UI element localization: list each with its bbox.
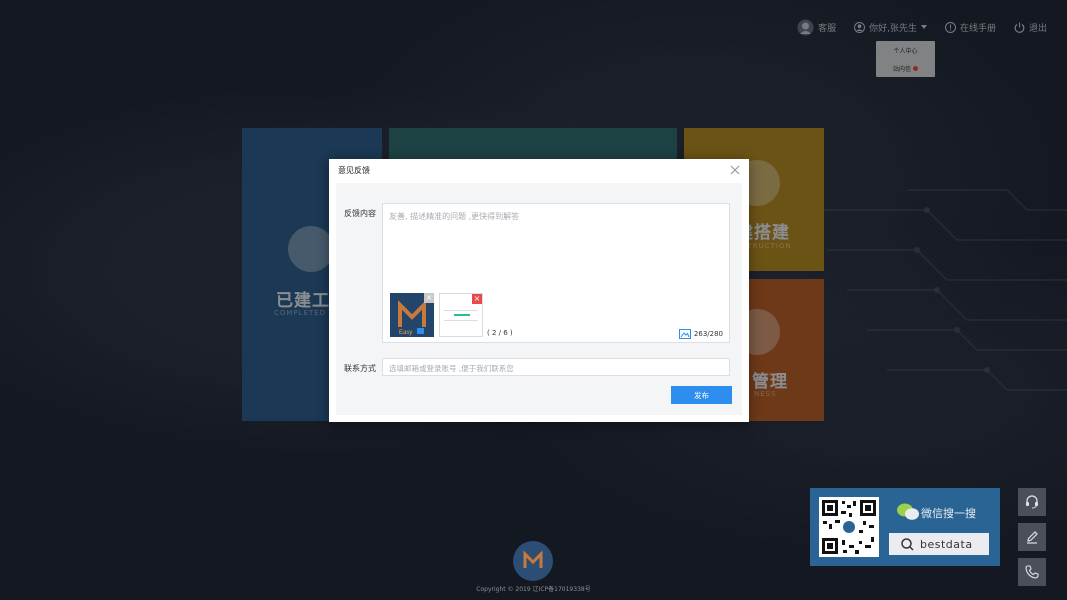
image-count: ( 2 / 6 ) — [487, 329, 513, 337]
phone-button[interactable] — [1018, 558, 1046, 586]
search-icon — [901, 537, 914, 551]
submit-button[interactable]: 发布 — [671, 386, 732, 404]
qr-code-icon — [819, 497, 879, 557]
search-text: bestdata — [920, 537, 973, 551]
contact-input[interactable]: 选填邮箱或登录账号 ,便于我们联系您 — [382, 358, 730, 376]
dialog-body: 反馈内容 友善, 描述精准的问题 ,更快得到解答 Easy × × ( 2 / … — [336, 183, 742, 415]
easy-logo — [513, 541, 553, 581]
edit-icon — [1027, 531, 1038, 544]
feedback-dialog: 意见反馈 反馈内容 友善, 描述精准的问题 ,更快得到解答 Easy × × (… — [329, 159, 749, 422]
close-icon[interactable] — [729, 164, 741, 176]
dialog-header: 意见反馈 — [329, 159, 749, 181]
feedback-textarea[interactable]: 友善, 描述精准的问题 ,更快得到解答 Easy × × ( 2 / 6 ) 2… — [382, 203, 730, 343]
phone-icon — [1025, 565, 1039, 579]
wechat-icon — [897, 503, 919, 520]
image-upload-icon[interactable] — [678, 329, 691, 339]
uploaded-image-thumbnail[interactable]: × — [439, 293, 483, 337]
char-counter: 263/280 — [678, 329, 723, 339]
contact-placeholder: 选填邮箱或登录账号 ,便于我们联系您 — [389, 364, 514, 373]
uploaded-image-thumbnail[interactable]: Easy × — [390, 293, 434, 337]
wechat-search-panel: 微信搜一搜 bestdata — [810, 488, 1000, 566]
contact-label: 联系方式 — [344, 364, 376, 373]
remove-image-icon[interactable]: × — [424, 293, 434, 303]
remove-image-icon[interactable]: × — [472, 294, 482, 304]
feedback-placeholder: 友善, 描述精准的问题 ,更快得到解答 — [389, 212, 520, 221]
customer-service-button[interactable] — [1018, 488, 1046, 516]
wechat-search-label: 微信搜一搜 — [921, 507, 976, 520]
feedback-button[interactable] — [1018, 523, 1046, 551]
dialog-title: 意见反馈 — [338, 165, 370, 175]
svg-text:Easy: Easy — [399, 330, 412, 336]
feedback-content-label: 反馈内容 — [344, 209, 376, 218]
wechat-search-button[interactable]: bestdata — [889, 533, 989, 555]
copyright-text: Copyright © 2019 辽ICP备17019338号 — [476, 586, 591, 593]
char-counter-value: 263/280 — [693, 330, 723, 338]
headset-icon — [1026, 495, 1038, 509]
easy-logo-icon — [523, 550, 543, 568]
